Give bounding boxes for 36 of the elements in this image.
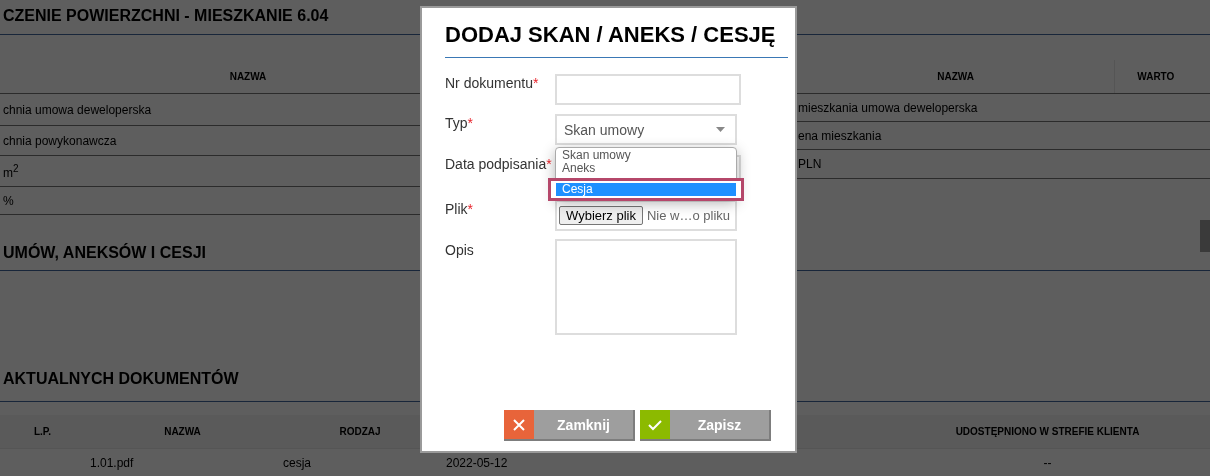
dropdown-option[interactable]: Skan umowy	[556, 149, 736, 162]
table-cell: 1.01.pdf	[90, 456, 134, 470]
table-cell: --	[1043, 456, 1052, 470]
column-header: WARTO	[1137, 70, 1175, 83]
column-header: NAZWA	[229, 70, 267, 83]
field-label: Typ*	[445, 115, 475, 133]
table-cell: cesja	[283, 456, 311, 470]
description-textarea[interactable]	[555, 239, 737, 335]
table-cell: chnia umowa deweloperska	[3, 102, 152, 117]
table-cell: chnia powykonawcza	[3, 133, 117, 148]
field-label: Plik*	[445, 201, 474, 219]
column-header: UDOSTĘPNIONO W STREFIE KLIENTA	[955, 425, 1140, 438]
file-status: Nie w…o pliku	[646, 208, 731, 223]
section-title: AKTUALNYCH DOKUMENTÓW	[3, 370, 239, 388]
column-header: NAZWA	[937, 70, 974, 83]
type-select[interactable]: Skan umowy	[555, 114, 737, 145]
choose-file-button[interactable]: Wybierz plik	[559, 206, 643, 225]
table-cell: 2022-05-12	[446, 456, 508, 470]
field-label: Data podpisania*	[445, 156, 553, 174]
column-header: RODZAJ	[339, 425, 381, 438]
field-label: Nr dokumentu*	[445, 75, 540, 93]
table-cell: PLN	[798, 157, 822, 171]
dialog-title: DODAJ SKAN / ANEKS / CESJĘ	[445, 22, 777, 48]
section-title: UMÓW, ANEKSÓW I CESJI	[3, 244, 206, 262]
section-title: CZENIE POWIERZCHNI - MIESZKANIE 6.04	[3, 7, 329, 25]
text-input[interactable]	[555, 74, 741, 105]
column-header: NAZWA	[164, 425, 201, 438]
field-label: Opis	[445, 242, 475, 260]
column-header: L.P.	[33, 425, 51, 438]
table-cell: mieszkania umowa deweloperska	[798, 100, 978, 115]
caret-icon	[716, 127, 725, 132]
table-cell: m$^{2}$	[3, 162, 19, 180]
dropdown-option[interactable]: Aneks	[556, 162, 736, 175]
file-input[interactable]: Wybierz plik Nie w…o pliku	[555, 200, 737, 231]
table-cell: ena mieszkania	[798, 128, 882, 143]
table-cell: %	[3, 193, 14, 208]
